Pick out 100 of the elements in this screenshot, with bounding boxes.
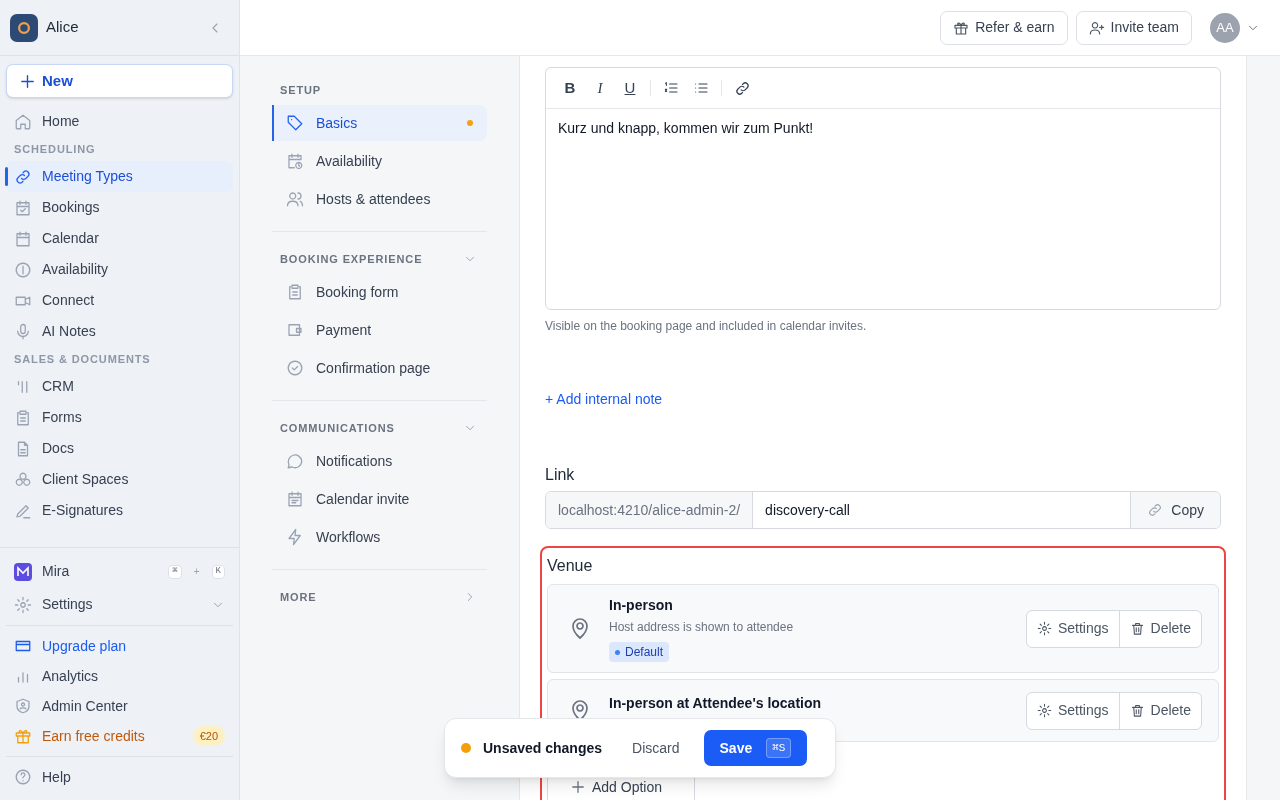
gift-icon (953, 19, 970, 36)
field-label: Venue (547, 556, 593, 576)
workspace-name: Alice (46, 17, 80, 38)
nav-icon (286, 114, 304, 132)
editor-text: Kurz und knapp, kommen wir zum Punkt! (558, 120, 814, 136)
settings-button[interactable]: Settings (1026, 692, 1119, 729)
section-nav-item[interactable]: Workflows (272, 519, 487, 555)
settings-item[interactable]: Settings (6, 589, 233, 620)
nav-item[interactable]: Earn free credits €20 (6, 721, 233, 751)
nav-item[interactable]: CRM (6, 371, 233, 402)
nav-item[interactable]: Meeting Types (6, 161, 233, 192)
nav-item[interactable]: Calendar (6, 223, 233, 254)
nav-icon (286, 283, 304, 301)
section-nav-item[interactable]: Notifications (272, 443, 487, 479)
field-label: Link (545, 465, 575, 485)
section-heading: SALES & DOCUMENTS (13, 351, 152, 367)
link-field[interactable]: localhost:4210/alice-admin-2/ discovery-call Copy (545, 491, 1221, 529)
nav-icon (286, 359, 304, 377)
link-icon (1147, 502, 1164, 518)
plus-icon (572, 781, 584, 793)
bullet-list-icon (693, 80, 709, 96)
nav-item[interactable]: Connect (6, 285, 233, 316)
default-badge: Default (609, 642, 670, 662)
nav-icon (14, 229, 32, 248)
shortcut-key: ⌘S (766, 738, 792, 758)
venue-title: In-person at Attendee's location (609, 694, 822, 713)
nav-icon (286, 152, 304, 170)
settings-button[interactable]: Settings (1026, 610, 1119, 647)
section-nav-item[interactable]: Availability (272, 143, 487, 179)
assistant-item[interactable]: Mira ⌘ + K (6, 556, 233, 587)
underline-button[interactable]: U (618, 76, 642, 100)
nav-item[interactable]: AI Notes (6, 316, 233, 347)
credit-badge: €20 (192, 725, 225, 747)
nav-icon (286, 490, 304, 508)
section-nav-item[interactable]: Payment (272, 312, 487, 348)
nav-icon (286, 528, 304, 546)
nav-item[interactable]: Bookings (6, 192, 233, 223)
assistant-label: Mira (42, 562, 71, 581)
section-nav-item[interactable]: Basics (272, 105, 487, 141)
venue-title: In-person (609, 596, 673, 615)
trash-icon (1129, 621, 1145, 636)
numbered-list-icon (663, 80, 679, 96)
plus-icon (21, 74, 34, 88)
plus-sign: + (193, 565, 200, 579)
avatar: AA (1210, 12, 1240, 43)
nav-icon (286, 321, 304, 339)
nav-item[interactable]: Analytics (6, 661, 233, 691)
invite-button[interactable]: Invite team (1075, 10, 1192, 45)
help-item[interactable]: Help (6, 762, 233, 792)
logo-icon (10, 13, 38, 42)
nav-icon (14, 470, 32, 489)
save-button[interactable]: Save ⌘S (703, 730, 808, 766)
help-text: Visible on the booking page and included in calendar invites. (545, 318, 868, 335)
add-note-link[interactable]: + Add internal note (545, 389, 663, 409)
nav-icon (286, 190, 304, 208)
discard-button[interactable]: Discard (632, 737, 680, 759)
venue-subtitle: Host address is shown to attendee (609, 619, 794, 636)
bold-button[interactable]: B (558, 76, 582, 100)
nav-item[interactable]: Admin Center (6, 691, 233, 721)
refer-button[interactable]: Refer & earn (940, 10, 1068, 45)
copy-button[interactable]: Copy (1130, 492, 1220, 528)
section-heading: BOOKING EXPERIENCE (280, 251, 423, 267)
shortcut-key: K (211, 564, 225, 579)
nav-item[interactable]: Client Spaces (6, 464, 233, 495)
section-heading: SETUP (280, 82, 322, 98)
nav-icon (14, 198, 32, 217)
description-editor[interactable]: B I U Kurz und knapp, kommen wir zum Punkt! (545, 67, 1221, 310)
nav-item[interactable]: Upgrade plan (6, 631, 233, 661)
nav-label: Analytics (42, 666, 100, 686)
nav-label: Earn free credits (42, 726, 146, 746)
shortcut-key: ⌘ (168, 564, 182, 579)
section-nav-item[interactable]: Booking form (272, 274, 487, 310)
toast-message: Unsaved changes (483, 738, 603, 758)
nav-icon (14, 408, 32, 427)
section-nav-item[interactable]: Calendar invite (272, 481, 487, 517)
section-nav-item[interactable]: Hosts & attendees (272, 181, 487, 217)
nav-item[interactable]: Forms (6, 402, 233, 433)
nav-icon (14, 167, 32, 186)
help-icon (14, 768, 32, 786)
trash-icon (1129, 703, 1145, 718)
nav-icon (286, 452, 304, 470)
italic-button[interactable]: I (588, 76, 612, 100)
settings-label: Settings (42, 595, 94, 614)
nav-item[interactable]: Availability (6, 254, 233, 285)
nav-item[interactable]: E-Signatures (6, 495, 233, 526)
gift-icon (14, 727, 32, 745)
section-nav-item[interactable]: Confirmation page (272, 350, 487, 386)
user-plus-icon (1088, 19, 1105, 36)
nav-icon (14, 112, 32, 131)
delete-button[interactable]: Delete (1118, 610, 1201, 647)
nav-label: Admin Center (42, 696, 129, 716)
nav-label: Upgrade plan (42, 636, 128, 656)
nav-icon (14, 260, 32, 279)
section-heading: SCHEDULING (13, 141, 97, 157)
nav-item[interactable]: Docs (6, 433, 233, 464)
nav-item[interactable]: Home (6, 106, 233, 137)
shield-icon (14, 697, 32, 715)
new-button[interactable]: New (6, 64, 233, 98)
delete-button[interactable]: Delete (1118, 692, 1201, 729)
section-heading: COMMUNICATIONS (280, 420, 395, 436)
